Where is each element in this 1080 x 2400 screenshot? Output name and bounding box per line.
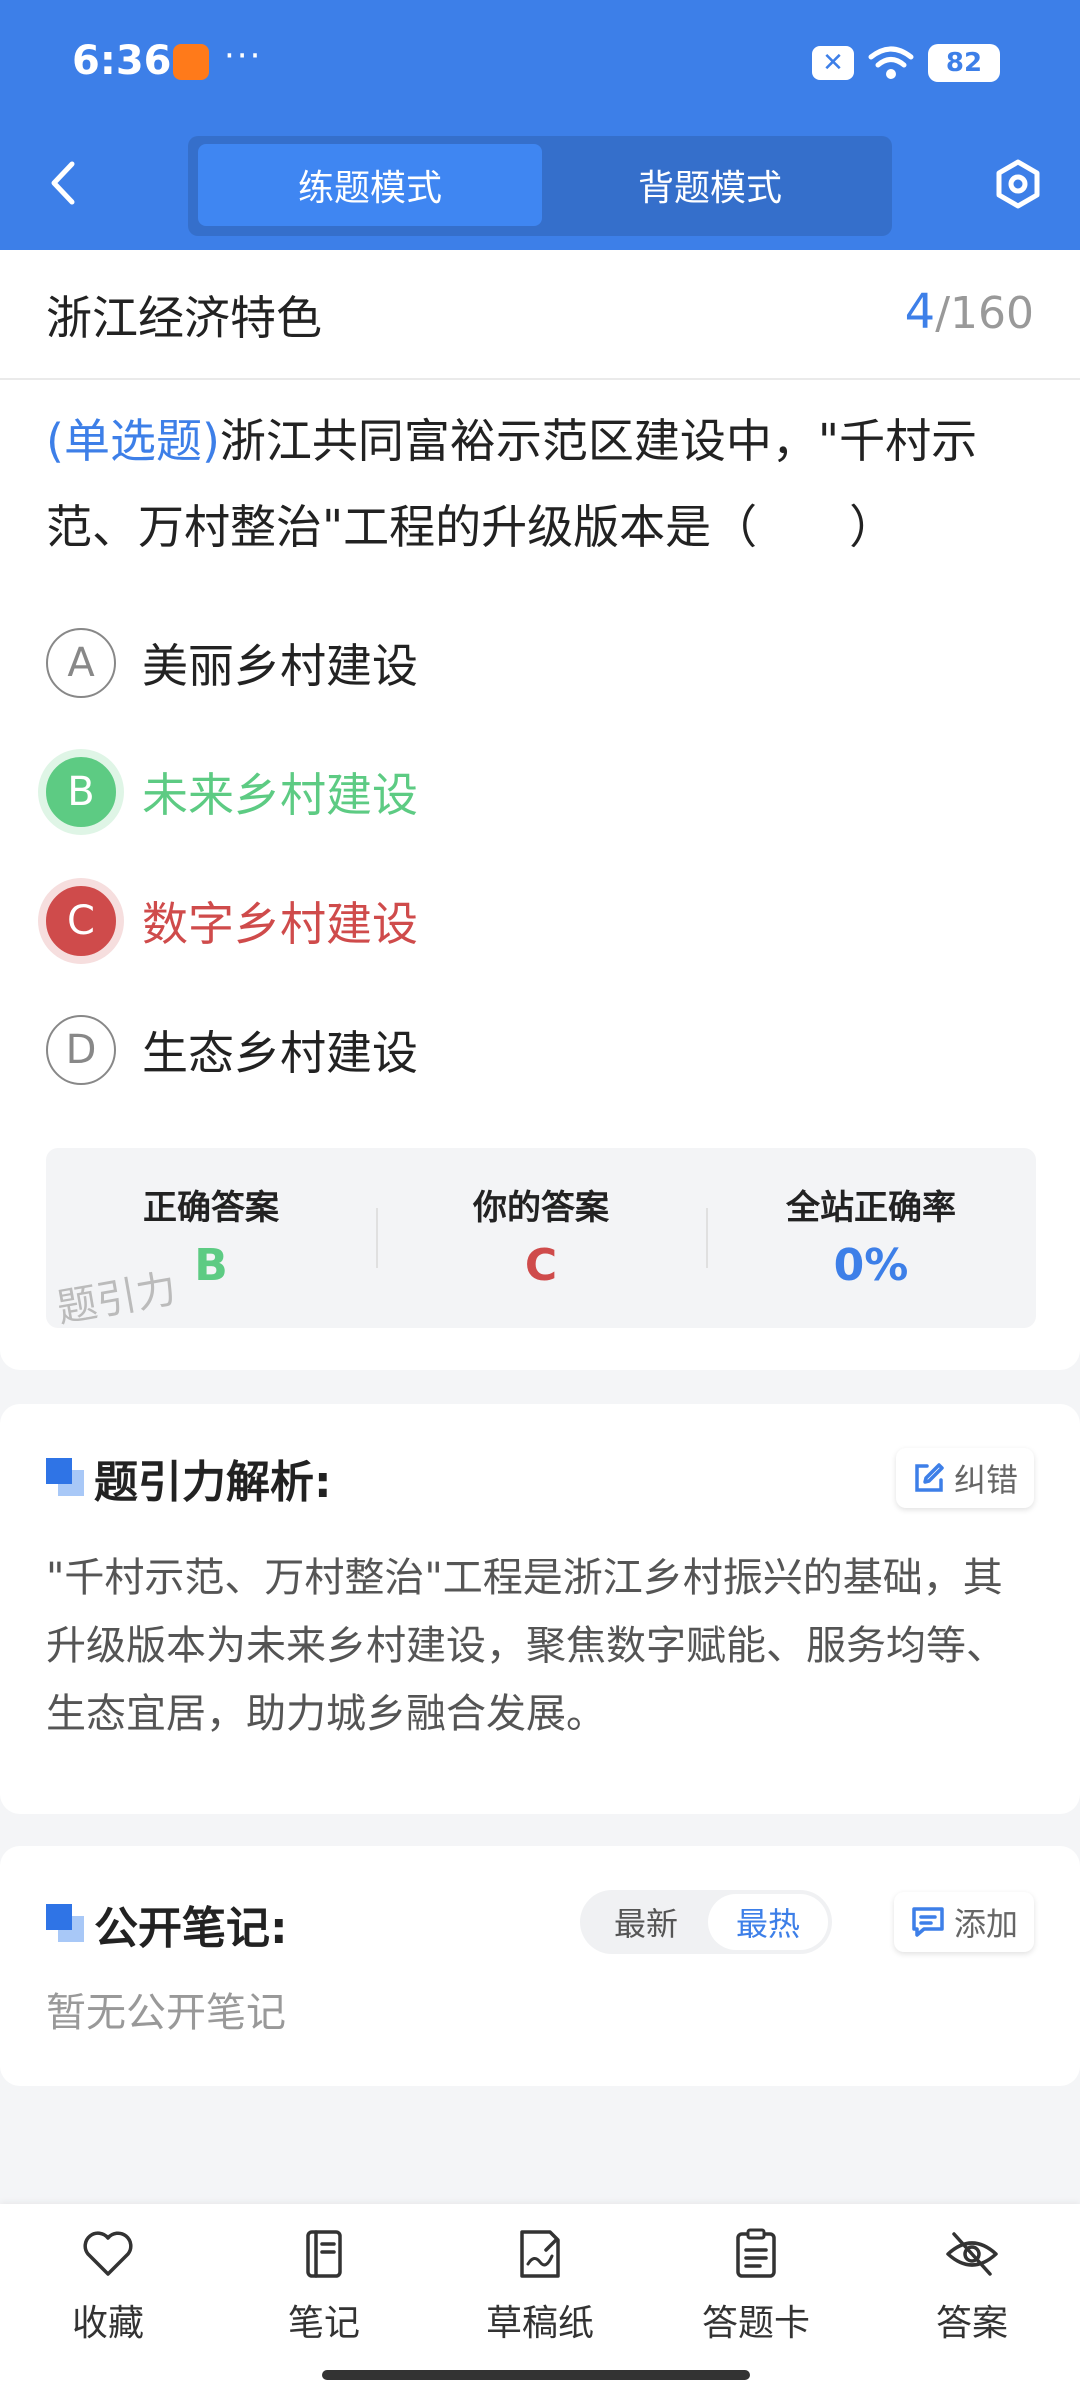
add-note-label: 添加 [953, 1905, 1018, 1943]
option-text: 生态乡村建设 [142, 1026, 418, 1080]
question-text: (单选题)浙江共同富裕示范区建设中，"千村示范、万村整治"工程的升级版本是（ ） [46, 398, 1040, 570]
question-type-label: (单选题) [46, 414, 220, 468]
more-notifications-icon: ··· [224, 36, 263, 76]
site-accuracy-value: 0% [833, 1240, 909, 1291]
wifi-icon [868, 46, 914, 79]
scratch-paper-label: 草稿纸 [485, 2303, 594, 2344]
accuracy-block: 全站正确率 0% [706, 1148, 1036, 1328]
current-question-number: 4 [904, 284, 936, 340]
option-d[interactable]: D 生态乡村建设 [46, 1012, 418, 1088]
report-error-button[interactable]: 纠错 [895, 1448, 1034, 1508]
notes-title: 公开笔记: [94, 1903, 288, 1954]
draft-paper-icon [520, 2230, 560, 2278]
divider [0, 378, 1080, 380]
your-answer-block: 你的答案 C [376, 1148, 706, 1328]
option-a[interactable]: A 美丽乡村建设 [46, 625, 418, 701]
eye-off-icon [946, 2232, 998, 2276]
no-sim-icon: ✕ [812, 46, 854, 80]
settings-icon[interactable] [992, 158, 1044, 210]
answer-sheet-button[interactable]: 答题卡 [681, 2226, 831, 2356]
answer-sheet-icon [736, 2228, 776, 2278]
status-time: 6:36 [72, 38, 172, 84]
option-letter: B [46, 757, 116, 827]
option-c[interactable]: C 数字乡村建设 [46, 883, 418, 959]
favorite-label: 收藏 [71, 2303, 144, 2344]
tab-memorize-mode[interactable]: 背题模式 [538, 144, 882, 226]
tab-practice-mode[interactable]: 练题模式 [198, 144, 542, 226]
answer-sheet-label: 答题卡 [701, 2303, 810, 2344]
battery-indicator: 82 [928, 44, 1000, 82]
total-question-count: /160 [935, 288, 1034, 339]
notebook-icon [306, 2230, 342, 2278]
chapter-title: 浙江经济特色 [46, 291, 322, 345]
question-card: 浙江经济特色 4/160 (单选题)浙江共同富裕示范区建设中，"千村示范、万村整… [0, 250, 1080, 1370]
mode-switch: 练题模式 背题模式 [188, 136, 892, 236]
sort-hot-button[interactable]: 最热 [708, 1894, 828, 1950]
notes-sort-toggle: 最新 最热 [580, 1890, 832, 1954]
notes-card: 公开笔记: 最新 最热 添加 暂无公开笔记 [0, 1846, 1080, 2086]
option-letter: A [46, 628, 116, 698]
home-indicator [322, 2370, 750, 2380]
notification-app-icon [173, 44, 209, 80]
section-icon [46, 1458, 84, 1496]
show-answer-label: 答案 [935, 2303, 1008, 2344]
app-header: 6:36 ··· ✕ 82 练题模式 背题模式 [0, 0, 1080, 250]
sort-latest-button[interactable]: 最新 [586, 1894, 706, 1950]
empty-notes-text: 暂无公开笔记 [46, 1990, 286, 2036]
report-error-label: 纠错 [953, 1461, 1018, 1499]
site-accuracy-label: 全站正确率 [786, 1188, 956, 1228]
favorite-button[interactable]: 收藏 [33, 2226, 183, 2356]
your-answer-value: C [524, 1240, 558, 1291]
comment-icon [912, 1907, 944, 1937]
option-text: 数字乡村建设 [142, 897, 418, 951]
question-counter: 4/160 [905, 284, 1034, 340]
status-icons: ✕ 82 [812, 44, 1000, 82]
section-icon [46, 1904, 84, 1942]
notes-label: 笔记 [287, 2303, 360, 2344]
show-answer-button[interactable]: 答案 [897, 2226, 1047, 2356]
analysis-card: 题引力解析: 纠错 "千村示范、万村整治"工程是浙江乡村振兴的基础，其升级版本为… [0, 1404, 1080, 1814]
option-text: 美丽乡村建设 [142, 639, 418, 693]
notes-button[interactable]: 笔记 [249, 2226, 399, 2356]
scratch-paper-button[interactable]: 草稿纸 [465, 2226, 615, 2356]
edit-icon [915, 1463, 944, 1492]
back-arrow-icon[interactable] [44, 158, 84, 208]
analysis-text: "千村示范、万村整治"工程是浙江乡村振兴的基础，其升级版本为未来乡村建设，聚焦数… [46, 1555, 1006, 1737]
option-letter: C [46, 886, 116, 956]
heart-icon [83, 2231, 133, 2276]
your-answer-label: 你的答案 [473, 1188, 609, 1228]
option-b[interactable]: B 未来乡村建设 [46, 754, 418, 830]
option-letter: D [46, 1015, 116, 1085]
add-note-button[interactable]: 添加 [893, 1892, 1034, 1952]
analysis-title: 题引力解析: [94, 1457, 332, 1508]
answer-summary: 正确答案 B 你的答案 C 全站正确率 0% 题引力 [46, 1148, 1036, 1332]
correct-answer-label: 正确答案 [143, 1188, 279, 1228]
option-text: 未来乡村建设 [142, 768, 418, 822]
